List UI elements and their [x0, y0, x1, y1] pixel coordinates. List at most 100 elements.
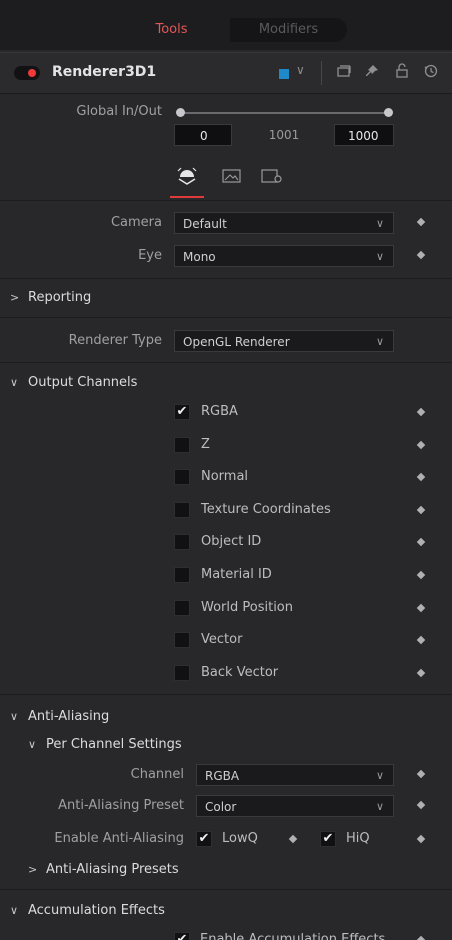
tab-group: Tools Modifiers	[113, 18, 347, 42]
keyframe-diamond-icon[interactable]	[416, 537, 426, 547]
controls-icon[interactable]	[176, 166, 198, 190]
global-inout-label: Global In/Out	[76, 104, 162, 119]
anti-aliasing-label: Anti-Aliasing	[28, 709, 110, 724]
global-mid-value: 1001	[268, 128, 300, 142]
keyframe-diamond-icon[interactable]	[416, 407, 426, 417]
channel-label: Normal	[201, 469, 249, 484]
accumulation-effects-label: Accumulation Effects	[28, 903, 165, 918]
channel-label: Vector	[201, 632, 243, 647]
chevron-right-icon: >	[10, 291, 20, 304]
channel-checkbox[interactable]	[174, 632, 190, 648]
per-channel-settings-section[interactable]: ∨ Per Channel Settings	[28, 737, 182, 752]
keyframe-diamond-icon[interactable]	[416, 505, 426, 515]
global-out-handle[interactable]	[384, 108, 393, 117]
chevron-down-icon: ∨	[10, 710, 19, 723]
channel-checkbox[interactable]	[174, 534, 190, 550]
hiq-label: HiQ	[346, 831, 370, 846]
aa-presets-section[interactable]: > Anti-Aliasing Presets	[28, 862, 179, 877]
renderer-type-value: OpenGL Renderer	[183, 335, 290, 349]
chevron-right-icon: >	[28, 863, 38, 876]
global-out-field[interactable]: 1000	[334, 124, 394, 146]
eye-dropdown[interactable]: Mono ∨	[174, 245, 394, 267]
output-channels-label: Output Channels	[28, 375, 138, 390]
enable-accumulation-checkbox[interactable]: ✔	[174, 932, 190, 940]
keyframe-diamond-icon[interactable]	[416, 668, 426, 678]
chevron-down-icon: ∨	[10, 376, 19, 389]
aa-preset-label: Anti-Aliasing Preset	[58, 798, 184, 813]
keyframe-diamond-icon[interactable]	[416, 834, 426, 844]
keyframe-diamond-icon[interactable]	[416, 570, 426, 580]
node-color-chip[interactable]	[279, 69, 289, 79]
active-subtab-indicator	[170, 196, 204, 198]
divider	[0, 317, 452, 318]
keyframe-diamond-icon[interactable]	[416, 440, 426, 450]
camera-label: Camera	[110, 215, 162, 230]
divider	[0, 889, 452, 890]
accumulation-effects-section[interactable]: ∨ Accumulation Effects	[10, 903, 165, 918]
keyframe-diamond-icon[interactable]	[416, 472, 426, 482]
output-channels-section[interactable]: ∨ Output Channels	[10, 375, 137, 390]
window-icon[interactable]	[336, 63, 352, 83]
reporting-label: Reporting	[28, 290, 92, 305]
chevron-down-icon: ∨	[28, 738, 37, 751]
color-chevron-icon[interactable]: ∨	[296, 63, 305, 77]
chevron-down-icon: ∨	[10, 904, 19, 917]
channel-dropdown[interactable]: RGBA ∨	[196, 764, 394, 786]
channel-checkbox[interactable]	[174, 567, 190, 583]
lowq-label: LowQ	[222, 831, 258, 846]
tab-tools[interactable]: Tools	[113, 18, 230, 42]
lock-icon[interactable]	[394, 63, 410, 83]
keyframe-diamond-icon[interactable]	[416, 935, 426, 940]
aa-preset-value: Color	[205, 800, 237, 814]
enable-aa-label: Enable Anti-Aliasing	[54, 831, 184, 846]
reporting-section[interactable]: > Reporting	[10, 290, 91, 305]
node-enable-toggle[interactable]	[14, 66, 40, 80]
channel-checkbox[interactable]	[174, 437, 190, 453]
keyframe-diamond-icon[interactable]	[416, 250, 426, 260]
enable-accumulation-label: Enable Accumulation Effects	[200, 932, 386, 940]
tab-modifiers[interactable]: Modifiers	[230, 18, 347, 42]
node-name: Renderer3D1	[52, 64, 157, 80]
anti-aliasing-section[interactable]: ∨ Anti-Aliasing	[10, 709, 109, 724]
channel-label: Object ID	[201, 534, 262, 549]
divider	[0, 200, 452, 201]
keyframe-diamond-icon[interactable]	[416, 769, 426, 779]
channel-checkbox[interactable]	[174, 600, 190, 616]
keyframe-diamond-icon[interactable]	[416, 800, 426, 810]
divider	[0, 694, 452, 695]
global-in-handle[interactable]	[176, 108, 185, 117]
divider	[0, 362, 452, 363]
inspector-panel: Tools Modifiers Renderer3D1 ∨ Global In/…	[0, 0, 452, 940]
keyframe-diamond-icon[interactable]	[416, 635, 426, 645]
channel-checkbox[interactable]	[174, 502, 190, 518]
renderer-type-label: Renderer Type	[68, 333, 162, 348]
global-range-slider[interactable]	[180, 112, 388, 114]
keyframe-diamond-icon[interactable]	[288, 834, 298, 844]
channel-label: Channel	[130, 767, 184, 782]
chevron-down-icon: ∨	[375, 800, 384, 813]
settings-icon[interactable]	[260, 166, 284, 190]
global-in-field[interactable]: 0	[174, 124, 232, 146]
reset-icon[interactable]	[423, 63, 439, 83]
keyframe-diamond-icon[interactable]	[416, 217, 426, 227]
pin-icon[interactable]	[364, 63, 380, 83]
channel-label: Back Vector	[201, 665, 279, 680]
channel-checkbox[interactable]	[174, 665, 190, 681]
tab-bar: Tools Modifiers	[0, 0, 452, 50]
channel-label: Material ID	[201, 567, 272, 582]
renderer-type-dropdown[interactable]: OpenGL Renderer ∨	[174, 330, 394, 352]
aa-preset-dropdown[interactable]: Color ∨	[196, 795, 394, 817]
camera-dropdown[interactable]: Default ∨	[174, 212, 394, 234]
per-channel-settings-label: Per Channel Settings	[46, 737, 182, 752]
lowq-checkbox[interactable]: ✔	[196, 831, 212, 847]
chevron-down-icon: ∨	[375, 335, 384, 348]
channel-checkbox[interactable]: ✔	[174, 404, 190, 420]
channel-checkbox[interactable]	[174, 469, 190, 485]
hiq-checkbox[interactable]: ✔	[320, 831, 336, 847]
header-divider	[321, 61, 322, 85]
chevron-down-icon: ∨	[375, 769, 384, 782]
channel-label: World Position	[201, 600, 294, 615]
image-icon[interactable]	[221, 166, 243, 190]
toggle-dot	[28, 69, 36, 77]
keyframe-diamond-icon[interactable]	[416, 603, 426, 613]
